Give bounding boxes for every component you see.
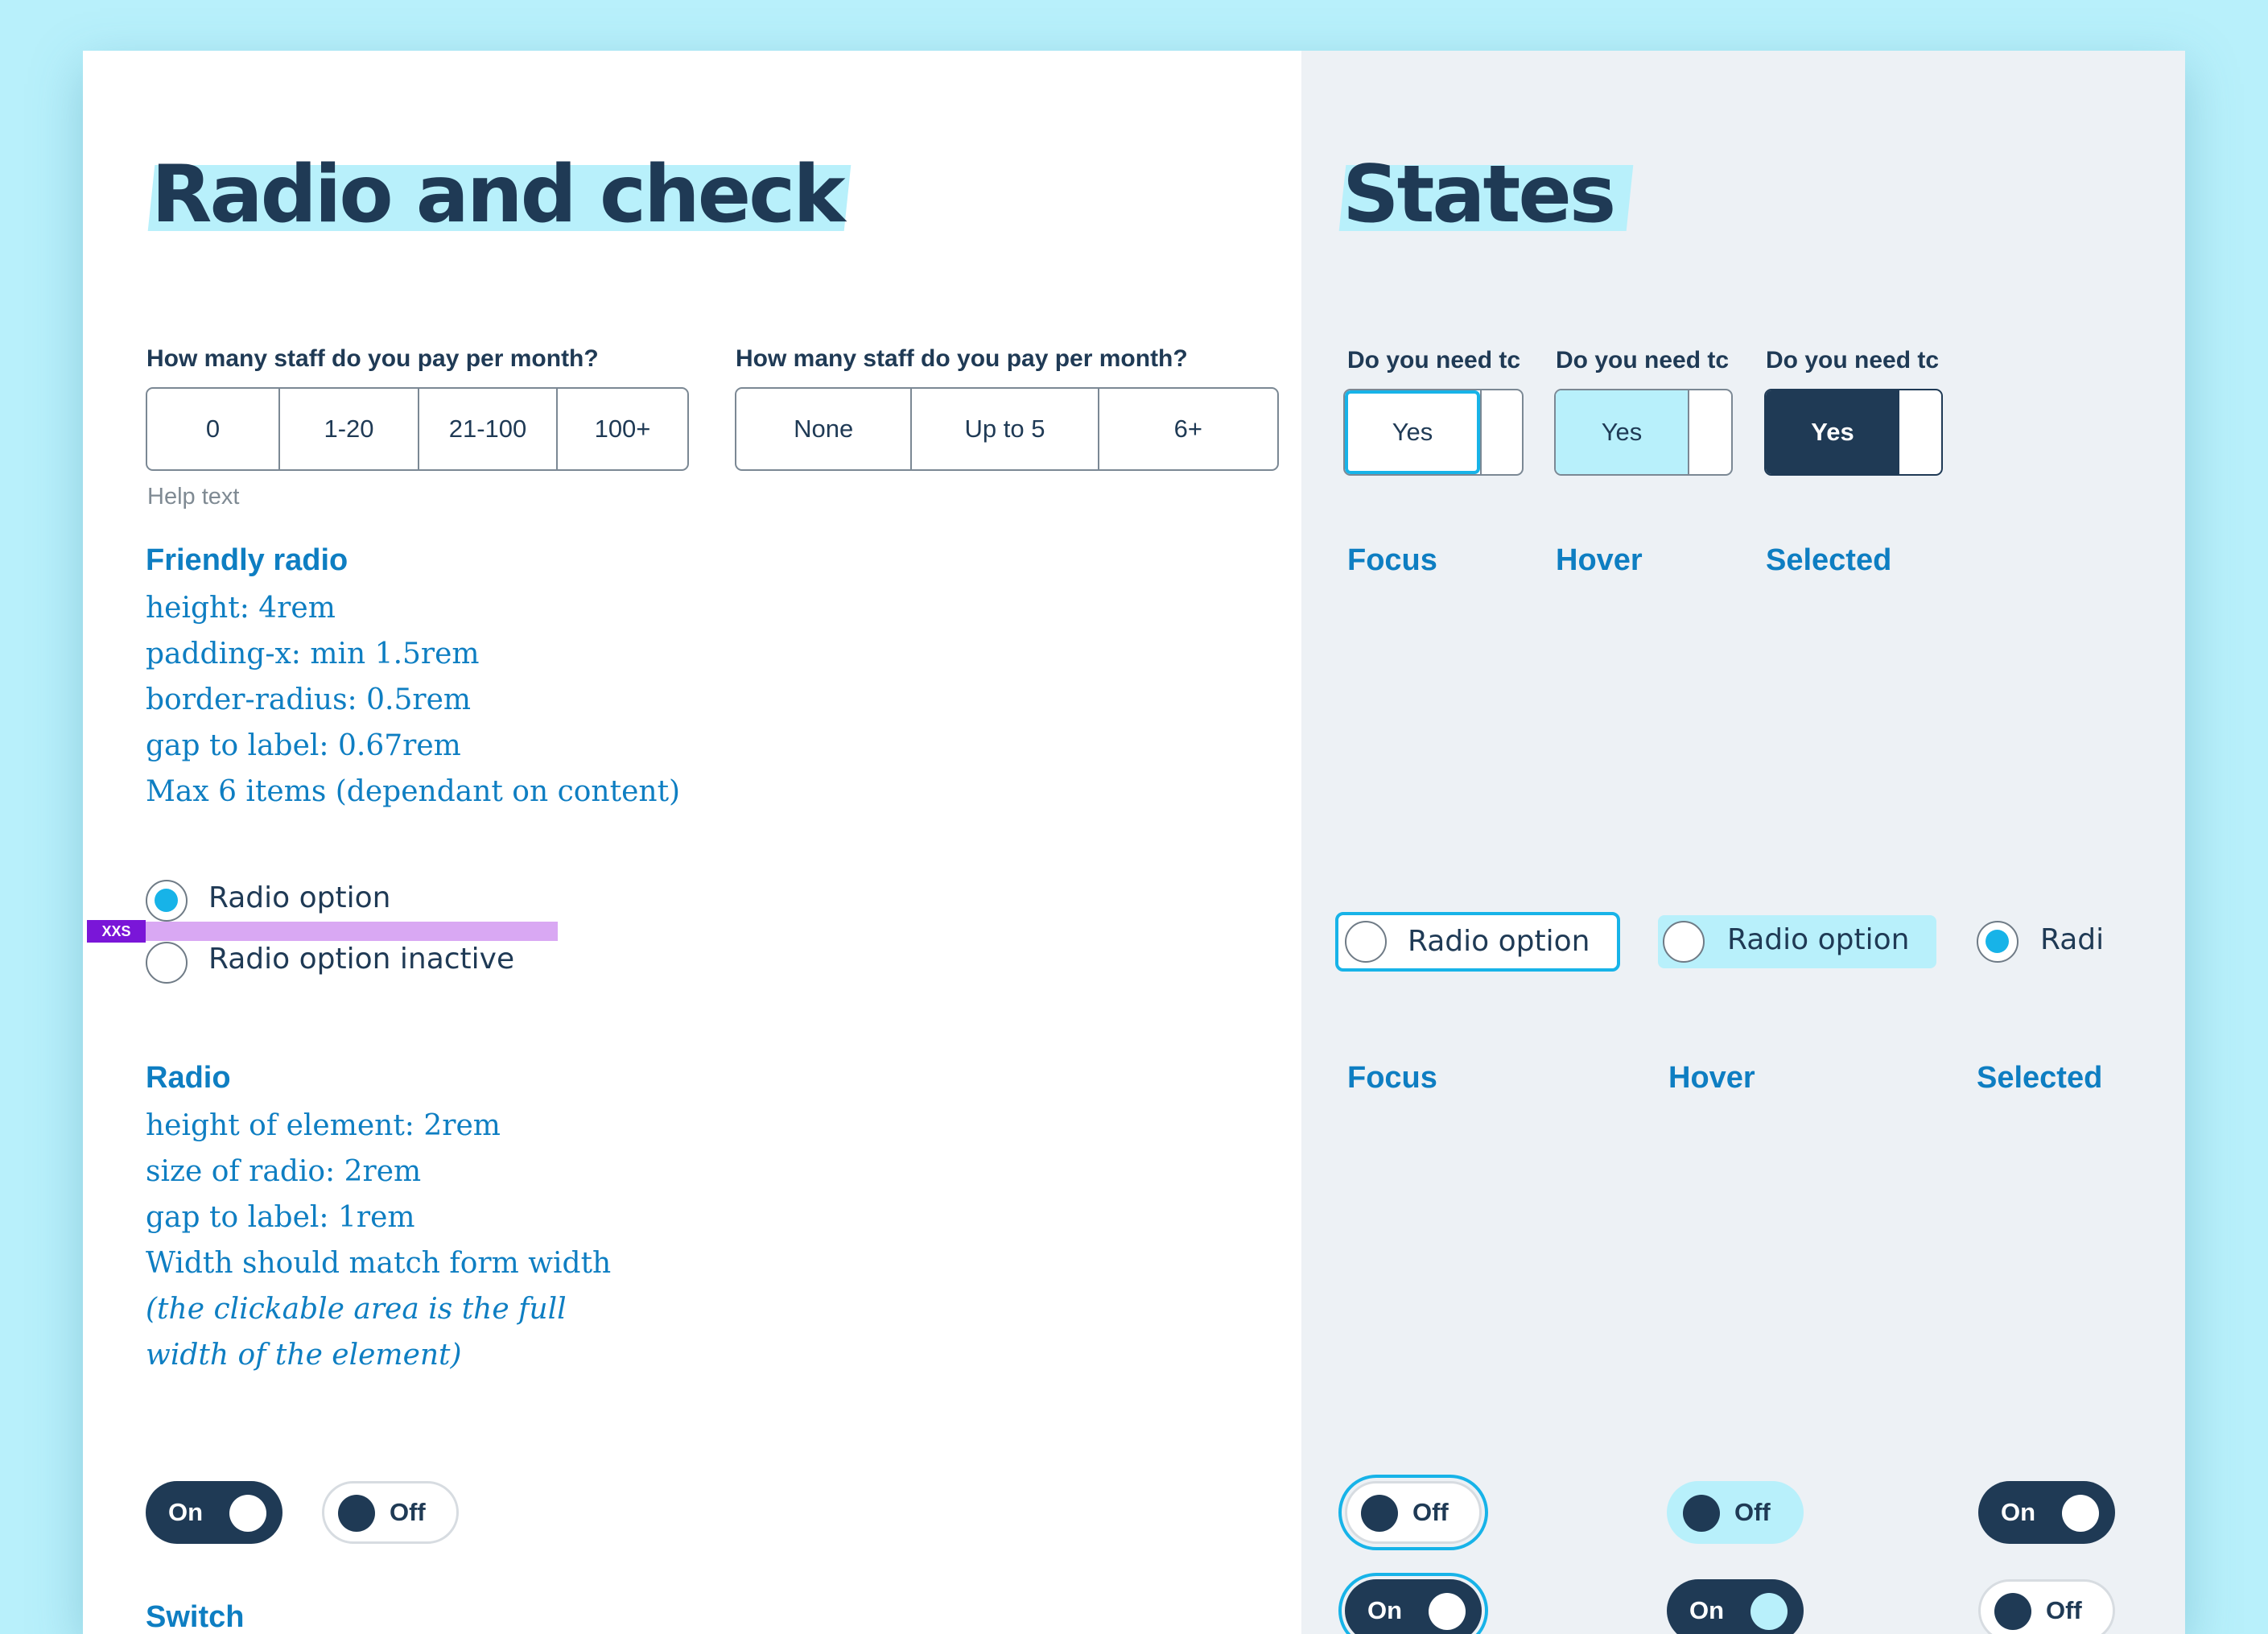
seg-divider <box>1480 390 1482 474</box>
friendly-radio-spec-lines: height: 4rem padding-x: min 1.5rem borde… <box>146 585 680 815</box>
spec-line: (the clickable area is the full <box>146 1293 567 1326</box>
question-label-1: How many staff do you pay per month? <box>146 345 599 372</box>
seg-option-21-100[interactable]: 21-100 <box>419 389 558 469</box>
spec-line: Max 6 items (dependant on content) <box>146 775 681 808</box>
radio-spec-lines: height of element: 2rem size of radio: 2… <box>146 1103 611 1378</box>
radio-state-hover[interactable]: Radio option <box>1658 915 1936 968</box>
state-question-selected: Do you need tc <box>1766 347 1940 373</box>
radio-option-label: Radio option <box>1408 925 1590 958</box>
spec-line: padding-x: min 1.5rem <box>146 638 480 671</box>
radio-option-label: Radio option <box>208 881 391 914</box>
seg-option-6-plus[interactable]: 6+ <box>1099 389 1277 469</box>
switch-knob <box>2062 1495 2099 1532</box>
spacing-marker <box>146 922 558 941</box>
seg-state-hover: Yes <box>1554 389 1733 476</box>
switch-label: On <box>2001 1498 2036 1526</box>
spec-card: Radio and check How many staff do you pa… <box>83 51 2185 1634</box>
switch-label: Off <box>1412 1498 1449 1526</box>
seg-option-100-plus[interactable]: 100+ <box>558 389 687 469</box>
spec-line: size of radio: 2rem <box>146 1155 422 1188</box>
segmented-radio-1: 0 1-20 21-100 100+ <box>146 387 689 471</box>
spec-line: gap to label: 0.67rem <box>146 729 461 762</box>
switch-label: On <box>1367 1596 1403 1624</box>
question-label-2: How many staff do you pay per month? <box>736 345 1188 372</box>
radio-option-label: Radio option <box>1727 923 1910 956</box>
states-panel <box>1301 51 2185 1634</box>
switch-label: On <box>1689 1596 1725 1624</box>
state-question-focus: Do you need tc <box>1347 347 1521 373</box>
seg-state-selected: Yes <box>1764 389 1943 476</box>
switch-off[interactable]: Off <box>322 1481 459 1544</box>
switch-label: Off <box>1734 1498 1771 1526</box>
radio-option-inactive-label: Radio option inactive <box>208 943 515 976</box>
spacing-tag: XXS <box>87 920 146 943</box>
radio-unchecked[interactable] <box>146 942 188 984</box>
states-title: States <box>1342 149 1616 241</box>
switch-spec-title: Switch <box>146 1600 245 1634</box>
help-text: Help text <box>147 484 240 510</box>
seg-option-yes-selected[interactable]: Yes <box>1766 390 1899 474</box>
seg-option-1-20[interactable]: 1-20 <box>280 389 419 469</box>
radio-state-focus[interactable]: Radio option <box>1335 912 1620 972</box>
radio-checked[interactable] <box>146 880 188 922</box>
switch-state-hover-off[interactable]: Off <box>1667 1481 1804 1544</box>
state-label-focus: Focus <box>1347 543 1437 577</box>
switch-knob <box>229 1495 266 1532</box>
radio-circle <box>1663 921 1705 963</box>
radio-circle <box>1345 921 1387 963</box>
switch-state-selected-on[interactable]: On <box>1978 1481 2115 1544</box>
friendly-radio-spec-title: Friendly radio <box>146 543 348 577</box>
switch-state-focus-off[interactable]: Off <box>1345 1481 1482 1544</box>
switch-on[interactable]: On <box>146 1481 282 1544</box>
switch-state-selected-off[interactable]: Off <box>1978 1579 2115 1634</box>
spec-line: gap to label: 1rem <box>146 1201 415 1234</box>
page-title: Radio and check <box>151 149 846 241</box>
seg-state-focus: Yes <box>1343 389 1524 476</box>
radio-option-label: Radi <box>2040 923 2105 956</box>
spec-line: width of the element) <box>146 1339 462 1372</box>
spec-line: Width should match form width <box>146 1247 612 1280</box>
switch-state-hover-on[interactable]: On <box>1667 1579 1804 1634</box>
switch-knob <box>1361 1495 1398 1532</box>
spec-line: height: 4rem <box>146 592 336 625</box>
seg-option-yes-hover[interactable]: Yes <box>1556 390 1688 474</box>
state-label-selected: Selected <box>1766 543 1892 577</box>
switch-label: On <box>168 1498 204 1526</box>
seg-option-none[interactable]: None <box>736 389 913 469</box>
segmented-radio-2: None Up to 5 6+ <box>735 387 1279 471</box>
switch-label: Off <box>2046 1596 2082 1624</box>
switch-label: Off <box>390 1498 426 1526</box>
switch-knob <box>1683 1495 1720 1532</box>
state-label-selected: Selected <box>1977 1061 2103 1095</box>
state-label-hover: Hover <box>1668 1061 1755 1095</box>
state-label-focus: Focus <box>1347 1061 1437 1095</box>
switch-knob <box>1429 1593 1466 1630</box>
switch-knob <box>338 1495 375 1532</box>
switch-state-focus-on[interactable]: On <box>1345 1579 1482 1634</box>
seg-option-up-to-5[interactable]: Up to 5 <box>912 389 1099 469</box>
state-question-hover: Do you need tc <box>1556 347 1730 373</box>
spec-line: height of element: 2rem <box>146 1109 501 1142</box>
state-label-hover: Hover <box>1556 543 1643 577</box>
spec-line: border-radius: 0.5rem <box>146 683 472 716</box>
radio-spec-title: Radio <box>146 1061 231 1095</box>
switch-knob <box>1994 1593 2031 1630</box>
switch-knob <box>1750 1593 1788 1630</box>
seg-option-yes-focus[interactable]: Yes <box>1345 390 1480 474</box>
seg-option-0[interactable]: 0 <box>147 389 280 469</box>
seg-divider <box>1688 390 1689 474</box>
radio-state-selected[interactable] <box>1977 921 2019 963</box>
